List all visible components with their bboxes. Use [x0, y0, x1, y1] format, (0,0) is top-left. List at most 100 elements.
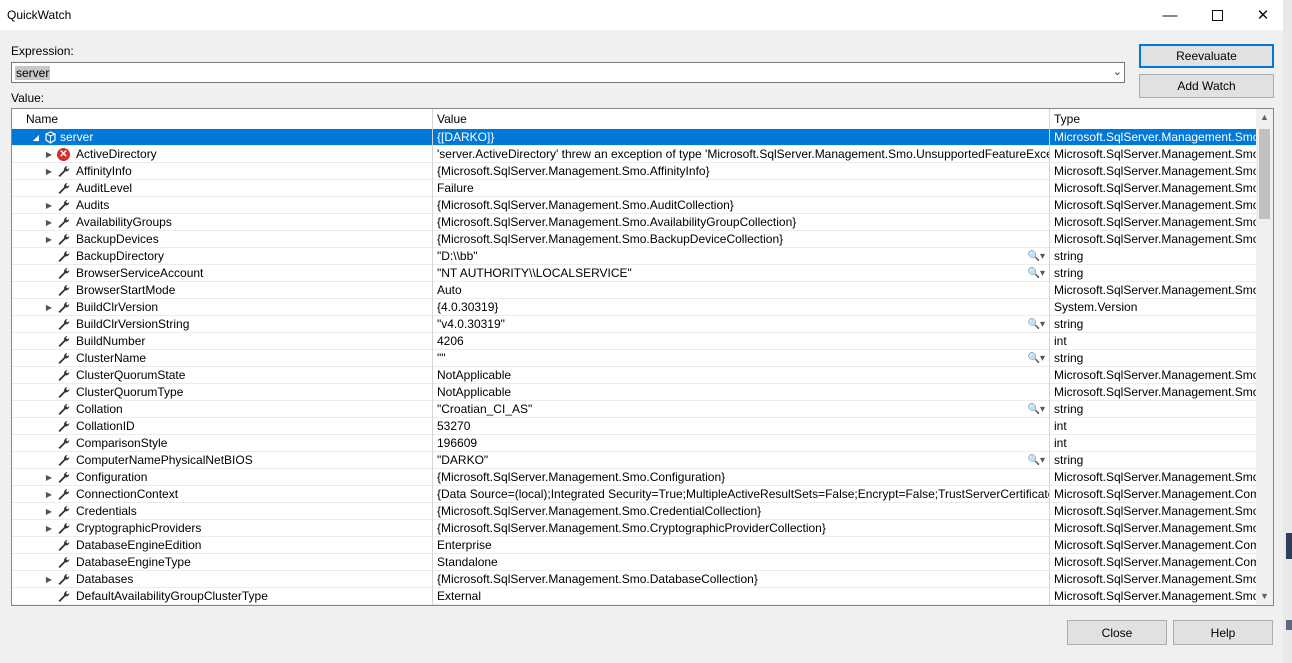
scroll-down-icon[interactable]: ▼ — [1256, 588, 1273, 605]
add-watch-button[interactable]: Add Watch — [1139, 74, 1274, 98]
expression-combobox[interactable]: server ⌄ — [11, 62, 1125, 83]
chevron-down-icon[interactable]: ⌄ — [1113, 65, 1122, 78]
grid-header: Name Value Type — [12, 109, 1256, 130]
table-row[interactable]: ▶ Configuration {Microsoft.SqlServer.Manag… — [12, 469, 1256, 486]
value-cell[interactable]: 4206 — [433, 333, 1050, 350]
table-row[interactable]: BrowserStartMode Auto Microsoft.SqlServer.… — [12, 282, 1256, 299]
magnifier-icon[interactable]: 🔍▾ — [1028, 248, 1045, 265]
magnifier-icon[interactable]: 🔍▾ — [1028, 316, 1045, 333]
watch-grid[interactable]: Name Value Type ◢ server {[DARKO]} Microsof… — [11, 108, 1274, 606]
value-cell[interactable]: Failure — [433, 180, 1050, 197]
table-row[interactable]: ▶ Audits {Microsoft.SqlServer.Management.S… — [12, 197, 1256, 214]
value-cell[interactable]: {Data Source=(local);Integrated Security… — [433, 486, 1050, 503]
table-row[interactable]: AuditLevel Failure Microsoft.SqlServer.Man… — [12, 180, 1256, 197]
maximize-button[interactable] — [1194, 0, 1240, 30]
table-row[interactable]: DatabaseEngineType Standalone Microsoft.Sq… — [12, 554, 1256, 571]
table-row[interactable]: ComparisonStyle 196609 int — [12, 435, 1256, 452]
value-cell[interactable]: "" 🔍▾ — [433, 350, 1050, 367]
table-row[interactable]: Collation "Croatian_CI_AS" 🔍▾ string — [12, 401, 1256, 418]
column-header-value[interactable]: Value — [433, 109, 1050, 129]
reevaluate-button[interactable]: Reevaluate — [1139, 44, 1274, 68]
expand-arrow-icon[interactable]: ▶ — [44, 503, 54, 520]
table-row[interactable]: BuildClrVersionString "v4.0.30319" 🔍▾ strin… — [12, 316, 1256, 333]
table-row[interactable]: DatabaseEngineEdition Enterprise Microsoft… — [12, 537, 1256, 554]
table-row[interactable]: BuildNumber 4206 int — [12, 333, 1256, 350]
table-row[interactable]: ▶ CryptographicProviders {Microsoft.SqlSer… — [12, 520, 1256, 537]
table-row[interactable]: ▶ ConnectionContext {Data Source=(local);I… — [12, 486, 1256, 503]
value-cell[interactable]: {Microsoft.SqlServer.Management.Smo.Avai… — [433, 214, 1050, 231]
table-row[interactable]: ComputerNamePhysicalNetBIOS "DARKO" 🔍▾ stri… — [12, 452, 1256, 469]
expression-input[interactable]: server — [15, 66, 51, 80]
value-cell[interactable]: 196609 — [433, 435, 1050, 452]
table-row[interactable]: ◢ server {[DARKO]} Microsoft.SqlServer.Mana… — [12, 129, 1256, 146]
close-window-button[interactable]: ✕ — [1240, 0, 1286, 30]
magnifier-icon[interactable]: 🔍▾ — [1028, 401, 1045, 418]
value-cell[interactable]: 53270 — [433, 418, 1050, 435]
wrench-icon — [56, 368, 71, 383]
magnifier-icon[interactable]: 🔍▾ — [1028, 452, 1045, 469]
table-row[interactable]: ▶ ✕ ActiveDirectory 'server.ActiveDirectory… — [12, 146, 1256, 163]
value-cell[interactable]: {Microsoft.SqlServer.Management.Smo.Audi… — [433, 197, 1050, 214]
value-cell[interactable]: "NT AUTHORITY\\LOCALSERVICE" 🔍▾ — [433, 265, 1050, 282]
value-cell[interactable]: "Croatian_CI_AS" 🔍▾ — [433, 401, 1050, 418]
expand-arrow-icon[interactable]: ▶ — [44, 163, 54, 180]
value-cell[interactable]: 'server.ActiveDirectory' threw an except… — [433, 146, 1050, 163]
wrench-icon — [56, 283, 71, 298]
expand-arrow-icon[interactable]: ▶ — [44, 214, 54, 231]
value-cell[interactable]: "v4.0.30319" 🔍▾ — [433, 316, 1050, 333]
row-name: CryptographicProviders — [76, 521, 202, 535]
table-row[interactable]: ▶ BackupDevices {Microsoft.SqlServer.Manag… — [12, 231, 1256, 248]
table-row[interactable]: ▶ Credentials {Microsoft.SqlServer.Managem… — [12, 503, 1256, 520]
value-cell[interactable]: External — [433, 588, 1050, 605]
column-header-name[interactable]: Name — [12, 109, 433, 129]
close-button[interactable]: Close — [1067, 620, 1167, 645]
expand-arrow-icon[interactable]: ▶ — [44, 197, 54, 214]
collapse-arrow-icon[interactable]: ◢ — [31, 129, 41, 146]
table-row[interactable]: ClusterName "" 🔍▾ string — [12, 350, 1256, 367]
value-cell[interactable]: NotApplicable — [433, 367, 1050, 384]
column-header-type[interactable]: Type — [1050, 109, 1256, 129]
expand-arrow-icon[interactable]: ▶ — [44, 520, 54, 537]
value-cell[interactable]: {Microsoft.SqlServer.Management.Smo.Back… — [433, 231, 1050, 248]
help-button[interactable]: Help — [1173, 620, 1273, 645]
row-type: Microsoft.SqlServer.Management.Smo.Servi… — [1054, 283, 1256, 297]
expand-arrow-icon[interactable]: ▶ — [44, 146, 54, 163]
value-cell[interactable]: {[DARKO]} — [433, 129, 1050, 146]
table-row[interactable]: ClusterQuorumType NotApplicable Microsoft.… — [12, 384, 1256, 401]
magnifier-icon[interactable]: 🔍▾ — [1028, 350, 1045, 367]
value-cell[interactable]: "D:\\bb" 🔍▾ — [433, 248, 1050, 265]
table-row[interactable]: ▶ Databases {Microsoft.SqlServer.Managemen… — [12, 571, 1256, 588]
scroll-thumb[interactable] — [1259, 129, 1270, 219]
vertical-scrollbar[interactable]: ▲ ▼ — [1256, 109, 1273, 605]
table-row[interactable]: ▶ AffinityInfo {Microsoft.SqlServer.Manage… — [12, 163, 1256, 180]
value-cell[interactable]: Enterprise — [433, 537, 1050, 554]
value-cell[interactable]: {Microsoft.SqlServer.Management.Smo.Cred… — [433, 503, 1050, 520]
table-row[interactable]: ClusterQuorumState NotApplicable Microsoft… — [12, 367, 1256, 384]
magnifier-icon[interactable]: 🔍▾ — [1028, 265, 1045, 282]
table-row[interactable]: CollationID 53270 int — [12, 418, 1256, 435]
value-cell[interactable]: {4.0.30319} — [433, 299, 1050, 316]
table-row[interactable]: BackupDirectory "D:\\bb" 🔍▾ string — [12, 248, 1256, 265]
table-row[interactable]: ▶ BuildClrVersion {4.0.30319} System.Versio… — [12, 299, 1256, 316]
wrench-icon — [56, 436, 71, 451]
value-cell[interactable]: NotApplicable — [433, 384, 1050, 401]
expand-arrow-icon[interactable]: ▶ — [44, 469, 54, 486]
table-row[interactable]: ▶ AvailabilityGroups {Microsoft.SqlServer.… — [12, 214, 1256, 231]
table-row[interactable]: BrowserServiceAccount "NT AUTHORITY\\LOCA… — [12, 265, 1256, 282]
scroll-up-icon[interactable]: ▲ — [1256, 109, 1273, 126]
value-cell[interactable]: {Microsoft.SqlServer.Management.Smo.Data… — [433, 571, 1050, 588]
expand-arrow-icon[interactable]: ▶ — [44, 231, 54, 248]
value-cell[interactable]: {Microsoft.SqlServer.Management.Smo.Conf… — [433, 469, 1050, 486]
value-cell[interactable]: Standalone — [433, 554, 1050, 571]
value-cell[interactable]: {Microsoft.SqlServer.Management.Smo.Affi… — [433, 163, 1050, 180]
value-cell[interactable]: {Microsoft.SqlServer.Management.Smo.Cryp… — [433, 520, 1050, 537]
row-name: DefaultAvailabilityGroupClusterType — [76, 589, 268, 603]
expand-arrow-icon[interactable]: ▶ — [44, 571, 54, 588]
value-cell[interactable]: Auto — [433, 282, 1050, 299]
value-cell[interactable]: "DARKO" 🔍▾ — [433, 452, 1050, 469]
expand-arrow-icon[interactable]: ▶ — [44, 299, 54, 316]
table-row[interactable]: DefaultAvailabilityGroupClusterType Exter… — [12, 588, 1256, 605]
minimize-button[interactable]: — — [1147, 0, 1193, 30]
expand-arrow-icon[interactable]: ▶ — [44, 486, 54, 503]
name-cell: DatabaseEngineType — [12, 554, 433, 571]
